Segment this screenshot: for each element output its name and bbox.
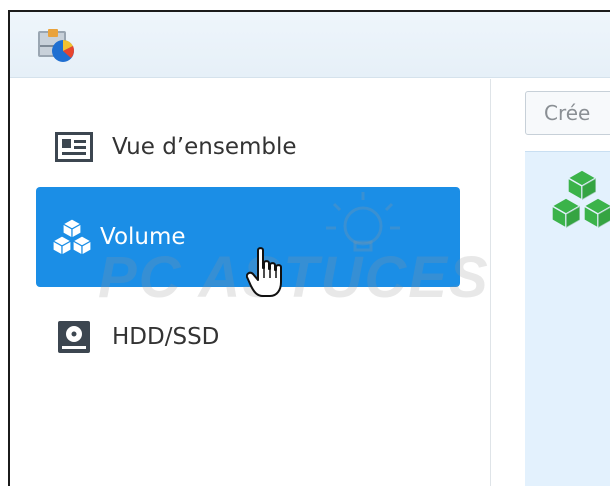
sidebar-item-label: Vue d’ensemble bbox=[112, 134, 297, 160]
cubes-icon bbox=[50, 215, 94, 259]
title-bar bbox=[10, 12, 610, 78]
sidebar-item-label: Volume bbox=[100, 224, 186, 250]
app-window: Vue d’ensemble Volume HDD/SSD Crée bbox=[8, 10, 610, 486]
storage-manager-app-icon bbox=[38, 29, 74, 62]
green-cubes-icon bbox=[550, 169, 610, 230]
hard-drive-icon bbox=[52, 315, 96, 359]
volume-content-panel bbox=[525, 151, 610, 486]
create-button-label: Crée bbox=[544, 101, 591, 125]
sidebar-item-label: HDD/SSD bbox=[112, 324, 220, 350]
create-button[interactable]: Crée bbox=[525, 91, 610, 135]
sidebar-item-overview[interactable]: Vue d’ensemble bbox=[36, 97, 460, 197]
main-panel: Crée bbox=[491, 79, 610, 486]
hand-pointer-cursor-icon bbox=[246, 247, 282, 297]
overview-card-icon bbox=[52, 125, 96, 169]
sidebar-item-hdd-ssd[interactable]: HDD/SSD bbox=[36, 287, 460, 387]
